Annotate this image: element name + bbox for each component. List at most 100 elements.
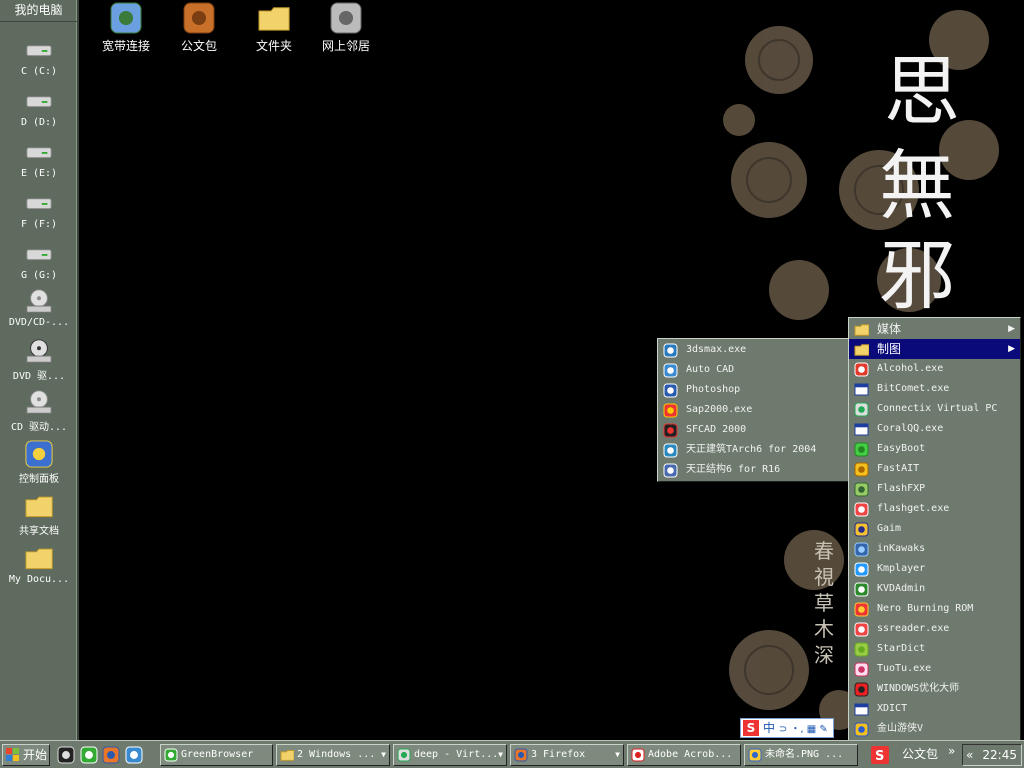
menu-item[interactable]: TuoTu.exe xyxy=(849,659,1020,679)
desktop-icon-label: 网上邻居 xyxy=(321,39,370,53)
dock-item[interactable]: 共享文档 xyxy=(0,492,78,537)
network-neighborhood-icon xyxy=(330,2,362,34)
greenbrowser-icon[interactable] xyxy=(80,746,98,764)
kmplayer-icon xyxy=(854,562,869,577)
ie-icon[interactable] xyxy=(125,746,143,764)
menu-item-label: CoralQQ.exe xyxy=(877,423,944,434)
desktop-icon[interactable]: 宽带连接 xyxy=(88,2,164,54)
virtual-pc-icon xyxy=(854,402,869,417)
firefox-icon[interactable] xyxy=(102,746,120,764)
menu-item[interactable]: FlashFXP xyxy=(849,479,1020,499)
menu-item[interactable]: BitComet.exe xyxy=(849,379,1020,399)
dock-item[interactable]: C (C:) xyxy=(0,36,78,77)
dock-item[interactable]: E (E:) xyxy=(0,138,78,179)
menu-item[interactable]: StarDict xyxy=(849,639,1020,659)
sap2000-icon xyxy=(663,403,678,418)
menu-item[interactable]: Alcohol.exe xyxy=(849,359,1020,379)
menu-item[interactable]: KVDAdmin xyxy=(849,579,1020,599)
desktop-icon[interactable]: 公文包 xyxy=(161,2,237,54)
menu-item[interactable]: Nero Burning ROM xyxy=(849,599,1020,619)
menu-item[interactable]: FastAIT xyxy=(849,459,1020,479)
taskbar-button[interactable]: Adobe Acrob... xyxy=(627,744,741,766)
svg-text:思: 思 xyxy=(884,47,960,136)
programs-menu: 媒体 ▶ 制图 ▶ Alcohol.exe BitComet.exe Connect… xyxy=(848,317,1021,741)
easyboot-icon xyxy=(854,442,869,457)
dock-item[interactable]: F (F:) xyxy=(0,189,78,230)
menu-item[interactable]: flashget.exe xyxy=(849,499,1020,519)
svg-text:春: 春 xyxy=(814,539,834,563)
menu-item[interactable]: SFCAD 2000 xyxy=(658,420,848,440)
taskbar-button[interactable]: 3 Firefox ▼ xyxy=(510,744,624,766)
menu-item[interactable]: Photoshop xyxy=(658,380,848,400)
sogou-ime-icon[interactable]: S xyxy=(743,720,759,736)
menu-item-label: Kmplayer xyxy=(877,563,926,574)
menu-item[interactable]: 天正建筑TArch6 for 2004 xyxy=(658,440,848,460)
ime-symbols[interactable]: ⊃ ・, ▦ ✎ xyxy=(779,724,828,735)
menu-item[interactable]: EasyBoot xyxy=(849,439,1020,459)
menu-item[interactable]: XDICT xyxy=(849,699,1020,719)
menu-item[interactable]: ssreader.exe xyxy=(849,619,1020,639)
tstruct-icon xyxy=(663,463,678,478)
window-icon xyxy=(854,382,869,397)
tray-toolbar-briefcase[interactable]: 公文包 xyxy=(902,744,938,766)
menu-item[interactable]: 制图 ▶ xyxy=(849,339,1020,359)
dock-item[interactable]: DVD 驱... xyxy=(0,337,78,382)
ime-toolbar[interactable]: S 中 ⊃ ・, ▦ ✎ xyxy=(740,718,834,738)
fastait-icon xyxy=(854,462,869,477)
start-button[interactable]: 开始 xyxy=(2,744,50,766)
svg-text:S: S xyxy=(875,749,884,764)
group-dropdown-icon: ▼ xyxy=(498,750,503,759)
menu-item[interactable]: Sap2000.exe xyxy=(658,400,848,420)
drive-icon xyxy=(23,87,55,115)
dock-item[interactable]: G (G:) xyxy=(0,240,78,281)
taskbar-button[interactable]: 未命名.PNG ... xyxy=(744,744,858,766)
menu-item[interactable]: Auto CAD xyxy=(658,360,848,380)
svg-text:邪: 邪 xyxy=(879,231,955,320)
menu-item[interactable]: Kmplayer xyxy=(849,559,1020,579)
taskbar-button-label: Adobe Acrob... xyxy=(648,749,733,760)
taskbar-button[interactable]: deep - Virt... ▼ xyxy=(393,744,507,766)
menu-item[interactable]: CoralQQ.exe xyxy=(849,419,1020,439)
drive-icon xyxy=(23,36,55,64)
taskbar-button-label: 3 Firefox xyxy=(531,749,586,760)
drawing-submenu: 3dsmax.exe Auto CAD Photoshop Sap2000.ex… xyxy=(657,338,849,482)
ime-mode-label[interactable]: 中 xyxy=(763,721,775,735)
sogou-tray-icon[interactable]: S xyxy=(871,746,889,764)
menu-item-label: Auto CAD xyxy=(686,364,735,375)
menu-item[interactable]: 金山游侠V xyxy=(849,719,1020,739)
menu-item[interactable]: WINDOWS优化大师 xyxy=(849,679,1020,699)
tray-collapse-button[interactable]: « xyxy=(966,745,973,765)
folder-icon xyxy=(258,2,290,34)
taskbar-button[interactable]: 2 Windows ... ▼ xyxy=(276,744,390,766)
menu-item[interactable]: inKawaks xyxy=(849,539,1020,559)
dock-item-label: DVD 驱... xyxy=(12,371,66,382)
dock-item[interactable]: DVD/CD-... xyxy=(0,287,78,328)
submenu-arrow-icon: ▶ xyxy=(1008,344,1015,354)
menu-item[interactable]: 媒体 ▶ xyxy=(849,319,1020,339)
desktop-icon[interactable]: 网上邻居 xyxy=(308,2,384,54)
dock-item[interactable]: 控制面板 xyxy=(0,440,78,485)
group-dropdown-icon: ▼ xyxy=(615,750,620,759)
desktop-icon[interactable]: 文件夹 xyxy=(236,2,312,54)
cd-drive-icon xyxy=(23,388,55,416)
dock-item[interactable]: D (D:) xyxy=(0,87,78,128)
taskbar-button[interactable]: GreenBrowser xyxy=(160,744,273,766)
menu-item[interactable]: 天正结构6 for R16 xyxy=(658,460,848,480)
menu-item[interactable]: Connectix Virtual PC xyxy=(849,399,1020,419)
alien-icon[interactable] xyxy=(57,746,75,764)
tray-toolbar-more-button[interactable]: » xyxy=(948,741,955,763)
menu-item-label: XDICT xyxy=(877,703,908,714)
clock-time: 22:45 xyxy=(982,748,1017,762)
dock-item[interactable]: CD 驱动... xyxy=(0,388,78,433)
briefcase-icon xyxy=(183,2,215,34)
system-clock[interactable]: « 22:45 xyxy=(962,744,1022,766)
menu-item[interactable]: 3dsmax.exe xyxy=(658,340,848,360)
folder-icon xyxy=(854,322,870,337)
dock-item-label: G (G:) xyxy=(20,270,58,281)
menu-item-label: FastAIT xyxy=(877,463,920,474)
menu-item-label: 3dsmax.exe xyxy=(686,344,747,355)
dock-item[interactable]: My Docu... xyxy=(0,544,78,585)
submenu-arrow-icon: ▶ xyxy=(1008,324,1015,334)
menu-item-label: StarDict xyxy=(877,643,926,654)
menu-item[interactable]: Gaim xyxy=(849,519,1020,539)
